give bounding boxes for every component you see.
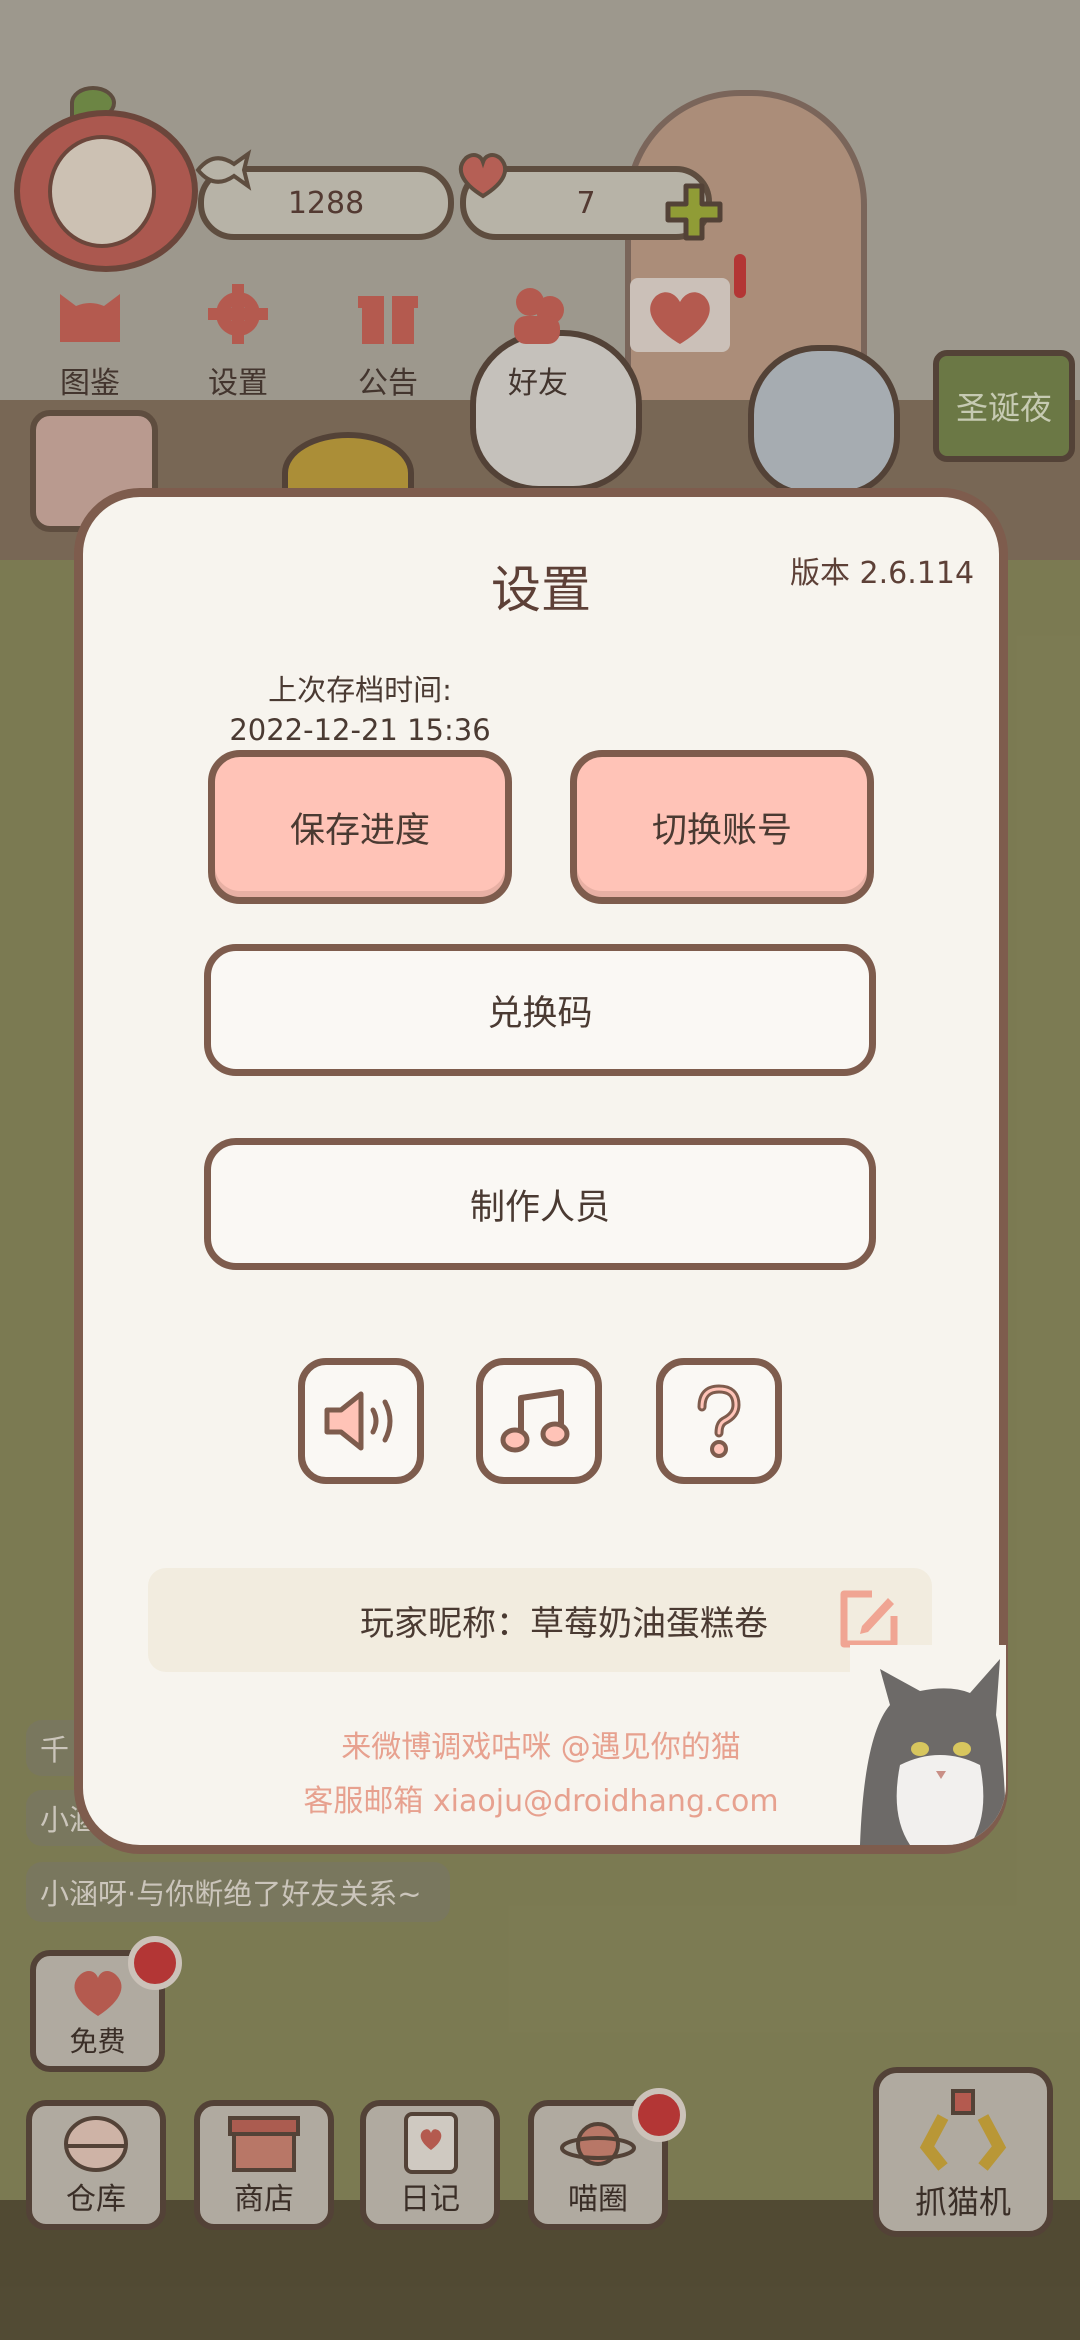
redeem-code-label: 兑换码 — [487, 993, 593, 1034]
save-progress-label: 保存进度 — [289, 810, 430, 851]
redeem-code-button[interactable]: 兑换码 — [204, 944, 876, 1076]
music-icon — [500, 1389, 570, 1453]
version-text: 版本 2.6.114 — [790, 556, 975, 591]
nickname-text: 玩家昵称：草莓奶油蛋糕卷 — [360, 1603, 768, 1644]
cat-photo — [850, 1645, 1006, 1845]
switch-account-button[interactable]: 切换账号 — [570, 750, 874, 904]
last-save-label: 上次存档时间: — [268, 673, 452, 707]
help-icon — [697, 1384, 741, 1458]
sound-toggle-button[interactable] — [298, 1358, 424, 1484]
switch-account-label: 切换账号 — [651, 810, 792, 851]
speaker-icon — [324, 1391, 393, 1451]
save-progress-button[interactable]: 保存进度 — [208, 750, 512, 904]
credits-button[interactable]: 制作人员 — [204, 1138, 876, 1270]
last-save-time: 2022-12-21 15:36 — [229, 713, 491, 747]
music-toggle-button[interactable] — [476, 1358, 602, 1484]
credits-label: 制作人员 — [469, 1187, 610, 1228]
edit-icon[interactable] — [836, 1586, 902, 1652]
help-button[interactable] — [656, 1358, 782, 1484]
last-save-info: 上次存档时间: 2022-12-21 15:36 — [200, 670, 520, 750]
